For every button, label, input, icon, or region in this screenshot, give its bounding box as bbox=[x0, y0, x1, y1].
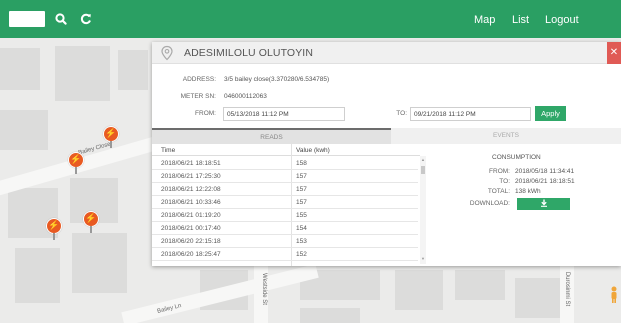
map-block bbox=[72, 233, 127, 293]
nav-logout[interactable]: Logout bbox=[545, 13, 579, 27]
map-block bbox=[515, 278, 560, 318]
cell-value: 157 bbox=[296, 186, 307, 193]
map-block bbox=[0, 110, 48, 150]
table-row[interactable]: 2018/06/21 18:18:51 158 bbox=[152, 157, 418, 170]
meter-marker-icon[interactable]: ⚡ bbox=[103, 126, 119, 148]
consumption-from-label: FROM: bbox=[489, 168, 510, 175]
cell-time: 2018/06/21 10:33:46 bbox=[161, 199, 221, 206]
street-label: Westside St bbox=[260, 273, 267, 305]
cell-value: 158 bbox=[296, 160, 307, 167]
cell-time: 2018/06/20 18:25:47 bbox=[161, 251, 221, 258]
search-icon[interactable] bbox=[53, 11, 69, 27]
map-block bbox=[55, 46, 110, 101]
consumption-to-value: 2018/06/21 18:18:51 bbox=[515, 178, 575, 185]
nav-map[interactable]: Map bbox=[474, 13, 495, 27]
cell-value: 152 bbox=[296, 251, 307, 258]
cell-time: 2018/06/21 12:22:08 bbox=[161, 186, 221, 193]
map-block bbox=[455, 270, 505, 300]
table-row[interactable]: 2018/06/21 10:33:46 157 bbox=[152, 196, 418, 209]
meter-detail-panel: ADESIMILOLU OLUTOYIN ✕ ADDRESS: 3/5 bail… bbox=[152, 42, 621, 266]
table-row[interactable]: 2018/06/21 17:25:30 157 bbox=[152, 170, 418, 183]
scroll-up-icon[interactable]: ▲ bbox=[421, 157, 425, 162]
table-row[interactable]: 2018/06/20 18:25:47 152 bbox=[152, 248, 418, 261]
meter-marker-icon[interactable]: ⚡ bbox=[83, 211, 99, 233]
meter-marker-icon[interactable]: ⚡ bbox=[68, 152, 84, 174]
panel-header: ADESIMILOLU OLUTOYIN ✕ bbox=[152, 42, 621, 64]
download-label: DOWNLOAD: bbox=[469, 200, 510, 207]
nav-list[interactable]: List bbox=[512, 13, 529, 27]
column-header-time: Time bbox=[161, 147, 176, 154]
consumption-total-value: 138 kWh bbox=[515, 188, 541, 195]
pegman-icon[interactable] bbox=[609, 286, 619, 304]
address-label: ADDRESS: bbox=[182, 76, 216, 83]
cell-value: 157 bbox=[296, 173, 307, 180]
cell-value: 155 bbox=[296, 212, 307, 219]
search-input[interactable] bbox=[9, 11, 45, 27]
tab-events[interactable]: EVENTS bbox=[391, 128, 621, 144]
from-date-input[interactable]: 05/13/2018 11:12 PM bbox=[223, 107, 345, 121]
table-header: Time Value (kwh) bbox=[152, 144, 420, 156]
cell-time: 2018/06/21 17:25:30 bbox=[161, 173, 221, 180]
cell-value: 154 bbox=[296, 225, 307, 232]
column-header-value: Value (kwh) bbox=[296, 147, 330, 154]
to-date-input[interactable]: 09/21/2018 11:12 PM bbox=[410, 107, 531, 121]
table-row[interactable]: 2018/06/21 01:19:20 155 bbox=[152, 209, 418, 222]
download-icon bbox=[540, 199, 547, 208]
tab-reads[interactable]: READS bbox=[152, 128, 391, 144]
cell-value: 153 bbox=[296, 238, 307, 245]
map-block bbox=[300, 308, 360, 323]
table-row[interactable]: 2018/06/20 22:15:18 153 bbox=[152, 235, 418, 248]
reads-table: Time Value (kwh) 2018/06/21 18:18:51 158 … bbox=[152, 144, 420, 266]
meter-sn-label: METER SN: bbox=[180, 93, 216, 100]
cell-time: 2018/06/21 00:17:40 bbox=[161, 225, 221, 232]
page-title: ADESIMILOLU OLUTOYIN bbox=[184, 47, 314, 59]
refresh-icon[interactable] bbox=[78, 11, 94, 27]
cell-time: 2018/06/21 01:19:20 bbox=[161, 212, 221, 219]
download-button[interactable] bbox=[517, 198, 570, 210]
consumption-title: CONSUMPTION bbox=[492, 154, 541, 161]
scroll-thumb[interactable] bbox=[421, 166, 425, 174]
location-pin-icon bbox=[161, 45, 173, 61]
meter-sn-value: 046000112063 bbox=[224, 93, 267, 100]
cell-value: 157 bbox=[296, 199, 307, 206]
close-button[interactable]: ✕ bbox=[607, 42, 621, 64]
map-block bbox=[0, 48, 40, 90]
close-icon: ✕ bbox=[609, 47, 619, 58]
address-value: 3/5 bailey close(3.370280/6.534785) bbox=[224, 76, 330, 83]
table-row[interactable]: 2018/06/21 00:17:40 154 bbox=[152, 222, 418, 235]
cell-time: 2018/06/21 18:18:51 bbox=[161, 160, 221, 167]
map-block bbox=[395, 270, 443, 310]
from-label: FROM: bbox=[195, 110, 216, 117]
table-row[interactable]: 2018/06/21 12:22:08 157 bbox=[152, 183, 418, 196]
map-block bbox=[118, 50, 148, 90]
to-label: TO: bbox=[396, 110, 407, 117]
scroll-down-icon[interactable]: ▼ bbox=[421, 256, 425, 261]
consumption-to-label: TO: bbox=[499, 178, 510, 185]
map-block bbox=[15, 248, 60, 303]
street-label: Durosinmi St bbox=[564, 271, 571, 307]
meter-marker-icon[interactable]: ⚡ bbox=[46, 218, 62, 240]
apply-button[interactable]: Apply bbox=[535, 106, 566, 121]
consumption-from-value: 2018/05/18 11:34:41 bbox=[515, 168, 575, 175]
cell-time: 2018/06/20 22:15:18 bbox=[161, 238, 221, 245]
consumption-total-label: TOTAL: bbox=[487, 188, 510, 195]
top-bar: Map List Logout bbox=[0, 0, 621, 38]
